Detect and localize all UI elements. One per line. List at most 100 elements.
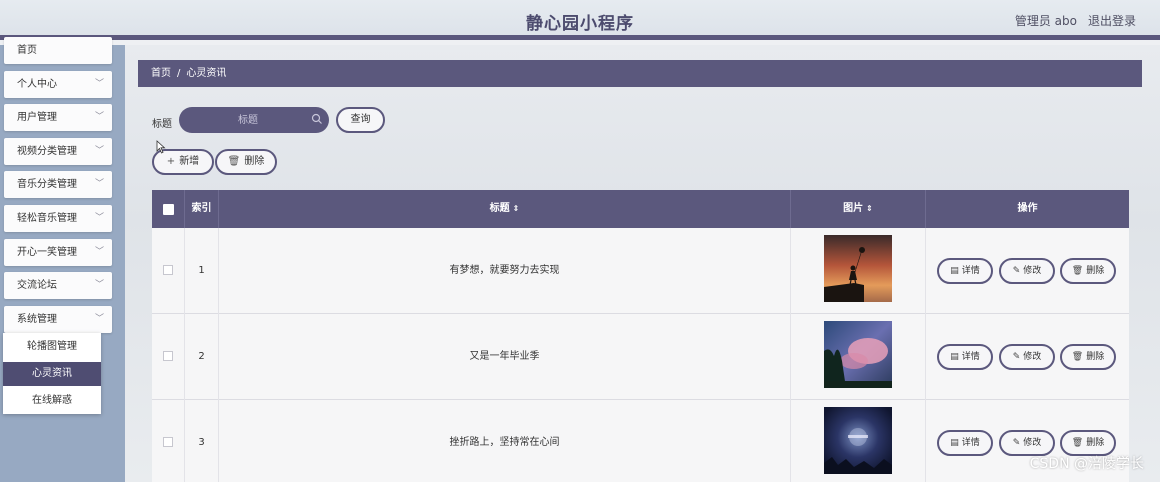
chevron-down-icon: ﹀ (94, 112, 104, 122)
column-header-title-label: 标题 (489, 203, 510, 214)
row-checkbox[interactable] (163, 265, 173, 275)
delete-button-label: 删除 (1086, 438, 1105, 448)
edit-button-label: 修改 (1023, 438, 1042, 448)
sidebar-item-system[interactable]: 系统管理 ﹀ (4, 306, 112, 333)
edit-button[interactable]: ✎ 修改 (999, 344, 1055, 370)
detail-button[interactable]: ▤ 详情 (937, 430, 993, 456)
detail-button[interactable]: ▤ 详情 (937, 344, 993, 370)
row-checkbox-cell (152, 314, 185, 400)
add-button-label: 新增 (179, 156, 200, 167)
sidebar-item-label: 用户管理 (17, 112, 57, 123)
sidebar-item-forum[interactable]: 交流论坛 ﹀ (4, 272, 112, 299)
column-header-index: 索引 (185, 190, 219, 228)
select-all-checkbox[interactable] (163, 204, 174, 215)
delete-button-label: 删除 (1086, 352, 1105, 362)
row-checkbox-cell (152, 400, 185, 482)
document-icon: ▤ (950, 352, 959, 362)
row-operation-cell: ▤ 详情 ✎ 修改 🗑 删除 (926, 228, 1129, 314)
column-header-title[interactable]: 标题 ⇕ (219, 190, 791, 228)
chevron-down-icon: ﹀ (94, 213, 104, 223)
mouse-cursor-icon (156, 140, 166, 154)
pencil-icon: ✎ (1012, 438, 1021, 448)
sidebar-item-jokes[interactable]: 开心一笑管理 ﹀ (4, 239, 112, 266)
sidebar-item-label: 视频分类管理 (17, 146, 77, 157)
edit-button[interactable]: ✎ 修改 (999, 258, 1055, 284)
row-title: 有梦想，就要努力去实现 (219, 228, 791, 314)
sidebar-item-music-category[interactable]: 音乐分类管理 ﹀ (4, 171, 112, 198)
row-checkbox-cell (152, 228, 185, 314)
document-icon: ▤ (950, 438, 959, 448)
trash-icon: 🗑 (1071, 266, 1084, 276)
breadcrumb-home[interactable]: 首页 (151, 68, 171, 79)
row-index: 1 (185, 228, 219, 314)
thumbnail-image (824, 235, 892, 302)
watermark: CSDN @涪陵学长 (1029, 456, 1144, 472)
row-index: 3 (185, 400, 219, 482)
sort-icon: ⇕ (512, 204, 520, 213)
sidebar-item-user-management[interactable]: 用户管理 ﹀ (4, 104, 112, 131)
sidebar: 首页 个人中心 ﹀ 用户管理 ﹀ 视频分类管理 ﹀ 音乐分类管理 ﹀ 轻松音乐管… (0, 37, 125, 482)
sidebar-item-personal-center[interactable]: 个人中心 ﹀ (4, 71, 112, 98)
sidebar-item-label: 交流论坛 (17, 280, 57, 291)
search-label: 标题 (152, 119, 172, 130)
delete-button-label: 删除 (1086, 266, 1105, 276)
sidebar-item-label: 个人中心 (17, 79, 57, 90)
table-row: 1 有梦想，就要努力去实现 ▤ 详情 ✎ 修改 🗑 删除 (152, 228, 1129, 314)
sidebar-item-home[interactable]: 首页 (4, 37, 112, 64)
detail-button-label: 详情 (961, 266, 980, 276)
batch-delete-button-label: 删除 (244, 156, 265, 167)
row-image-cell (791, 400, 926, 482)
batch-delete-button[interactable]: 🗑 删除 (215, 149, 277, 175)
select-all-cell (152, 190, 185, 228)
trash-icon: 🗑 (1071, 438, 1084, 448)
chevron-down-icon: ﹀ (94, 146, 104, 156)
query-button-label: 查询 (350, 114, 371, 125)
logout-link[interactable]: 退出登录 (1088, 12, 1136, 29)
column-header-image[interactable]: 图片 ⇕ (791, 190, 926, 228)
sidebar-item-relax-music[interactable]: 轻松音乐管理 ﹀ (4, 205, 112, 232)
main-content: 首页/心灵资讯 标题 查询 +新增 🗑删除 索引 标题⇕ 图片⇕ 操作 (125, 45, 1160, 482)
detail-button[interactable]: ▤ 详情 (937, 258, 993, 284)
search-box (179, 107, 329, 133)
row-operation-cell: ▤ 详情 ✎ 修改 🗑 删除 (926, 314, 1129, 400)
sidebar-item-label: 开心一笑管理 (17, 247, 77, 258)
row-title: 挫折路上，坚持常在心间 (219, 400, 791, 482)
app-title: 静心园小程序 (526, 14, 634, 34)
breadcrumb-separator: / (177, 68, 181, 79)
news-table: 索引 标题 ⇕ 图片 ⇕ 操作 1 有梦想，就要努力去实现 ▤ 详情 ✎ 修改 … (152, 190, 1129, 482)
chevron-down-icon: ﹀ (94, 314, 104, 324)
row-checkbox[interactable] (163, 437, 173, 447)
submenu-item-carousel[interactable]: 轮播图管理 (3, 335, 101, 359)
top-header: 静心园小程序 管理员 abo 退出登录 (0, 0, 1160, 40)
chevron-down-icon: ﹀ (94, 247, 104, 257)
thumbnail-image (824, 321, 892, 388)
search-icon[interactable] (311, 113, 323, 125)
column-header-operation: 操作 (1017, 203, 1038, 214)
table-row: 3 挫折路上，坚持常在心间 ▤ 详情 ✎ 修改 🗑 删除 (152, 400, 1129, 482)
trash-icon: 🗑 (227, 156, 241, 167)
sidebar-item-video-category[interactable]: 视频分类管理 ﹀ (4, 138, 112, 165)
delete-button[interactable]: 🗑 删除 (1060, 344, 1116, 370)
search-input[interactable] (189, 110, 307, 130)
pencil-icon: ✎ (1012, 352, 1021, 362)
column-header-image-label: 图片 (843, 203, 864, 214)
table-header: 索引 标题 ⇕ 图片 ⇕ 操作 (152, 190, 1129, 228)
system-submenu: 轮播图管理 心灵资讯 在线解惑 (3, 333, 101, 414)
breadcrumb-current: 心灵资讯 (186, 68, 227, 79)
row-image-cell (791, 228, 926, 314)
delete-button[interactable]: 🗑 删除 (1060, 258, 1116, 284)
row-image-cell (791, 314, 926, 400)
submenu-item-qa[interactable]: 在线解惑 (3, 389, 101, 413)
query-button[interactable]: 查询 (336, 107, 385, 133)
row-checkbox[interactable] (163, 351, 173, 361)
chevron-down-icon: ﹀ (94, 179, 104, 189)
chevron-down-icon: ﹀ (94, 280, 104, 290)
detail-button-label: 详情 (961, 438, 980, 448)
submenu-item-news[interactable]: 心灵资讯 (3, 362, 101, 386)
sidebar-item-label: 轻松音乐管理 (17, 213, 77, 224)
trash-icon: 🗑 (1071, 352, 1084, 362)
detail-button-label: 详情 (961, 352, 980, 362)
thumbnail-image (824, 407, 892, 474)
row-title: 又是一年毕业季 (219, 314, 791, 400)
chevron-down-icon: ﹀ (94, 79, 104, 89)
